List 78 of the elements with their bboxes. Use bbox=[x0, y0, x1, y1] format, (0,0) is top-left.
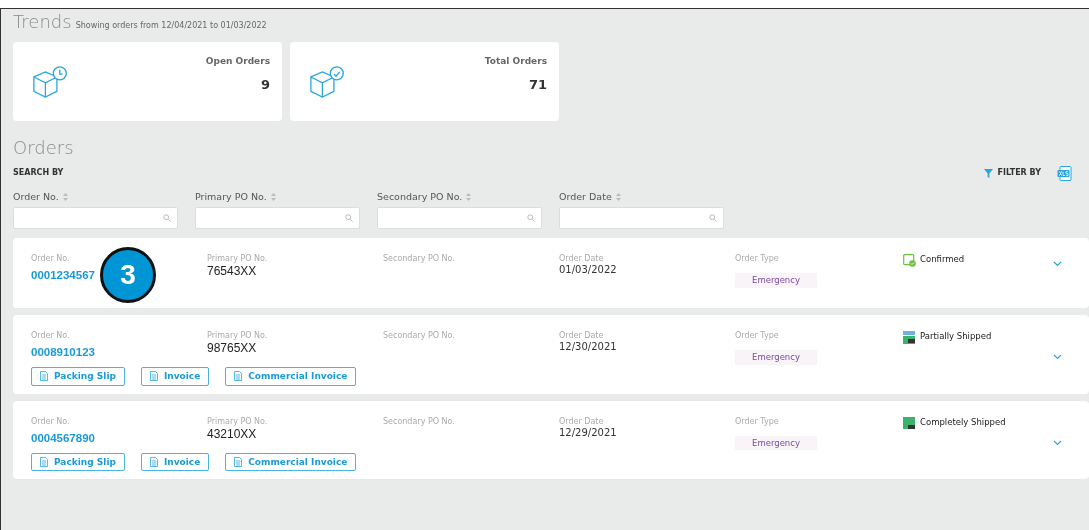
order-number-link[interactable]: 0001234567 bbox=[31, 268, 95, 281]
field-label: Order No. bbox=[31, 330, 71, 341]
document-button[interactable]: Commercial Invoice bbox=[225, 366, 357, 386]
field-label: Order Date bbox=[559, 330, 605, 341]
box-check-icon bbox=[308, 63, 344, 100]
document-button[interactable]: Commercial Invoice bbox=[225, 452, 357, 472]
field-label: Secondary PO No. bbox=[383, 416, 456, 427]
stat-label: Total Orders bbox=[484, 55, 547, 67]
field-label: Primary PO No. bbox=[207, 253, 269, 264]
callout-badge: 3 bbox=[100, 246, 156, 303]
field-label: Order Type bbox=[735, 253, 780, 264]
search-field[interactable] bbox=[559, 206, 724, 229]
sort-icon[interactable] bbox=[466, 192, 472, 201]
search-by-label: SEARCH BY bbox=[13, 168, 64, 178]
document-icon bbox=[40, 371, 48, 382]
order-type-tag: Emergency bbox=[735, 349, 817, 365]
document-button[interactable]: Invoice bbox=[140, 366, 210, 386]
primary-po-value: 43210XX bbox=[207, 426, 258, 442]
order-date-value: 01/03/2022 bbox=[559, 263, 618, 277]
section-title: Trends bbox=[13, 11, 72, 34]
field-label: Order No. bbox=[31, 416, 71, 427]
search-icon bbox=[345, 213, 353, 222]
filter-button[interactable]: FILTER BY bbox=[984, 168, 1041, 178]
column-label: Order Date bbox=[559, 191, 612, 203]
field-label: Primary PO No. bbox=[207, 416, 269, 427]
document-icon bbox=[149, 457, 158, 468]
completely-shipped-icon bbox=[903, 416, 916, 430]
column-label: Primary PO No. bbox=[195, 191, 267, 203]
document-icon bbox=[40, 457, 48, 468]
primary-po-value: 98765XX bbox=[207, 340, 258, 356]
search-field[interactable] bbox=[195, 206, 360, 229]
chevron-down-icon[interactable] bbox=[1053, 440, 1062, 447]
order-status: Completely Shipped bbox=[920, 416, 1006, 428]
field-label: Secondary PO No. bbox=[383, 330, 456, 341]
section-title: Orders bbox=[13, 136, 75, 159]
field-label: Order Type bbox=[735, 416, 780, 427]
field-label: Primary PO No. bbox=[207, 330, 269, 341]
sort-icon[interactable] bbox=[62, 192, 68, 201]
spreadsheet-export-icon[interactable] bbox=[1057, 165, 1073, 182]
search-field[interactable] bbox=[377, 206, 542, 229]
column-label: Secondary PO No. bbox=[377, 191, 463, 203]
order-type-tag: Emergency bbox=[735, 272, 817, 288]
field-label: Order No. bbox=[31, 253, 71, 264]
search-icon bbox=[163, 213, 171, 222]
chevron-down-icon[interactable] bbox=[1053, 354, 1062, 361]
document-button[interactable]: Invoice bbox=[140, 452, 210, 472]
stat-label: Open Orders bbox=[205, 55, 270, 67]
chevron-down-icon[interactable] bbox=[1053, 261, 1062, 268]
stat-value: 71 bbox=[527, 76, 547, 93]
search-field[interactable] bbox=[13, 206, 178, 229]
order-type-tag: Emergency bbox=[735, 435, 817, 451]
order-number-link[interactable]: 0008910123 bbox=[31, 345, 95, 358]
order-date-value: 12/30/2021 bbox=[559, 340, 618, 354]
document-icon bbox=[149, 371, 158, 382]
box-clock-icon bbox=[31, 63, 67, 100]
document-icon bbox=[234, 457, 243, 468]
date-range-text: Showing orders from 12/04/2021 to 01/03/2022 bbox=[75, 21, 267, 31]
order-status: Partially Shipped bbox=[920, 330, 992, 342]
column-label: Order No. bbox=[13, 191, 59, 203]
stat-value: 9 bbox=[259, 76, 270, 93]
order-date-value: 12/29/2021 bbox=[559, 426, 618, 440]
confirmed-status-icon bbox=[903, 253, 916, 267]
document-button[interactable]: Packing Slip bbox=[31, 452, 125, 472]
sort-icon[interactable] bbox=[615, 192, 621, 201]
field-label: Secondary PO No. bbox=[383, 253, 456, 264]
order-number-link[interactable]: 0004567890 bbox=[31, 431, 95, 444]
filter-icon bbox=[984, 168, 994, 178]
order-status: Confirmed bbox=[920, 253, 965, 265]
field-label: Order Date bbox=[559, 253, 605, 264]
search-icon bbox=[709, 213, 717, 222]
document-icon bbox=[234, 371, 243, 382]
document-button[interactable]: Packing Slip bbox=[31, 366, 125, 386]
field-label: Order Date bbox=[559, 416, 605, 427]
field-label: Order Type bbox=[735, 330, 780, 341]
sort-icon[interactable] bbox=[270, 192, 276, 201]
primary-po-value: 76543XX bbox=[207, 263, 258, 279]
partially-shipped-icon bbox=[903, 330, 916, 344]
search-icon bbox=[527, 213, 535, 222]
